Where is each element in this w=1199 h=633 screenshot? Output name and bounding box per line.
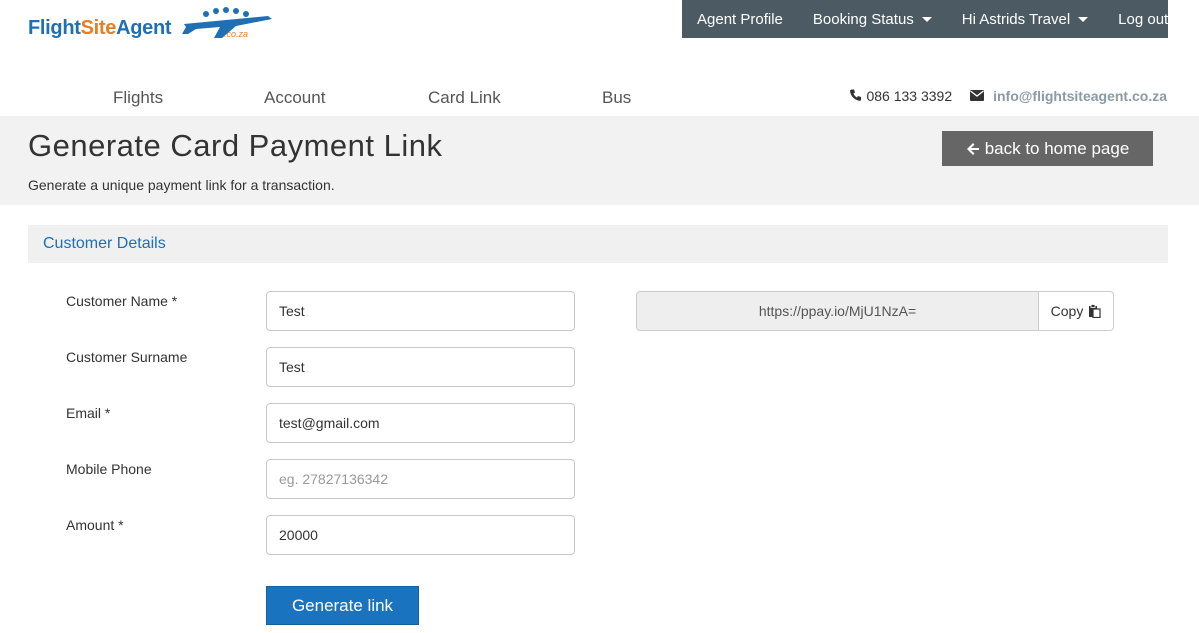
nav-booking-status[interactable]: Booking Status: [798, 11, 947, 28]
page-title: Generate Card Payment Link: [28, 128, 443, 163]
top-navigation: Agent Profile Booking Status Hi Astrids …: [682, 0, 1168, 38]
mobile-phone-input[interactable]: eg. 27827136342: [266, 459, 575, 499]
payment-link-output[interactable]: https://ppay.io/MjU1NzA=: [636, 291, 1039, 331]
copy-link-button[interactable]: Copy: [1039, 291, 1114, 331]
customer-surname-label: Customer Surname: [66, 349, 188, 365]
menu-flights[interactable]: Flights: [113, 88, 163, 108]
menu-account[interactable]: Account: [264, 88, 325, 108]
email-link[interactable]: info@flightsiteagent.co.za: [993, 88, 1167, 104]
email-input[interactable]: test@gmail.com: [266, 403, 575, 443]
email-label: Email *: [66, 405, 111, 421]
mobile-phone-label: Mobile Phone: [66, 461, 152, 477]
customer-name-input[interactable]: Test: [266, 291, 575, 331]
amount-label: Amount *: [66, 517, 124, 533]
amount-input[interactable]: 20000: [266, 515, 575, 555]
menu-bus[interactable]: Bus: [602, 88, 631, 108]
customer-details-section: Customer Details: [28, 225, 1168, 263]
caret-down-icon: [921, 16, 932, 22]
contact-info: 086 133 3392 info@flightsiteagent.co.za: [850, 88, 1167, 104]
caret-down-icon: [1078, 16, 1089, 22]
back-to-home-button[interactable]: back to home page: [942, 131, 1153, 166]
phone-icon: [850, 88, 862, 104]
logo-wordmark: FlightSiteAgent: [28, 17, 172, 39]
site-logo[interactable]: FlightSiteAgent .co.za: [26, 2, 276, 46]
nav-agent-profile[interactable]: Agent Profile: [682, 11, 798, 28]
nav-logout[interactable]: Log out: [1103, 11, 1183, 28]
logo-domain-suffix: .co.za: [224, 29, 249, 39]
page-subtitle: Generate a unique payment link for a tra…: [28, 177, 335, 193]
envelope-icon: [970, 88, 985, 104]
phone-number[interactable]: 086 133 3392: [866, 88, 952, 104]
customer-name-label: Customer Name *: [66, 293, 178, 309]
payment-link-group: https://ppay.io/MjU1NzA= Copy: [636, 291, 1114, 331]
clipboard-icon: [1089, 304, 1101, 318]
generate-link-button[interactable]: Generate link: [266, 586, 419, 625]
nav-user-menu[interactable]: Hi Astrids Travel: [947, 11, 1103, 28]
arrow-left-icon: [966, 142, 979, 155]
customer-surname-input[interactable]: Test: [266, 347, 575, 387]
menu-card-link[interactable]: Card Link: [428, 88, 501, 108]
section-title: Customer Details: [43, 235, 166, 252]
